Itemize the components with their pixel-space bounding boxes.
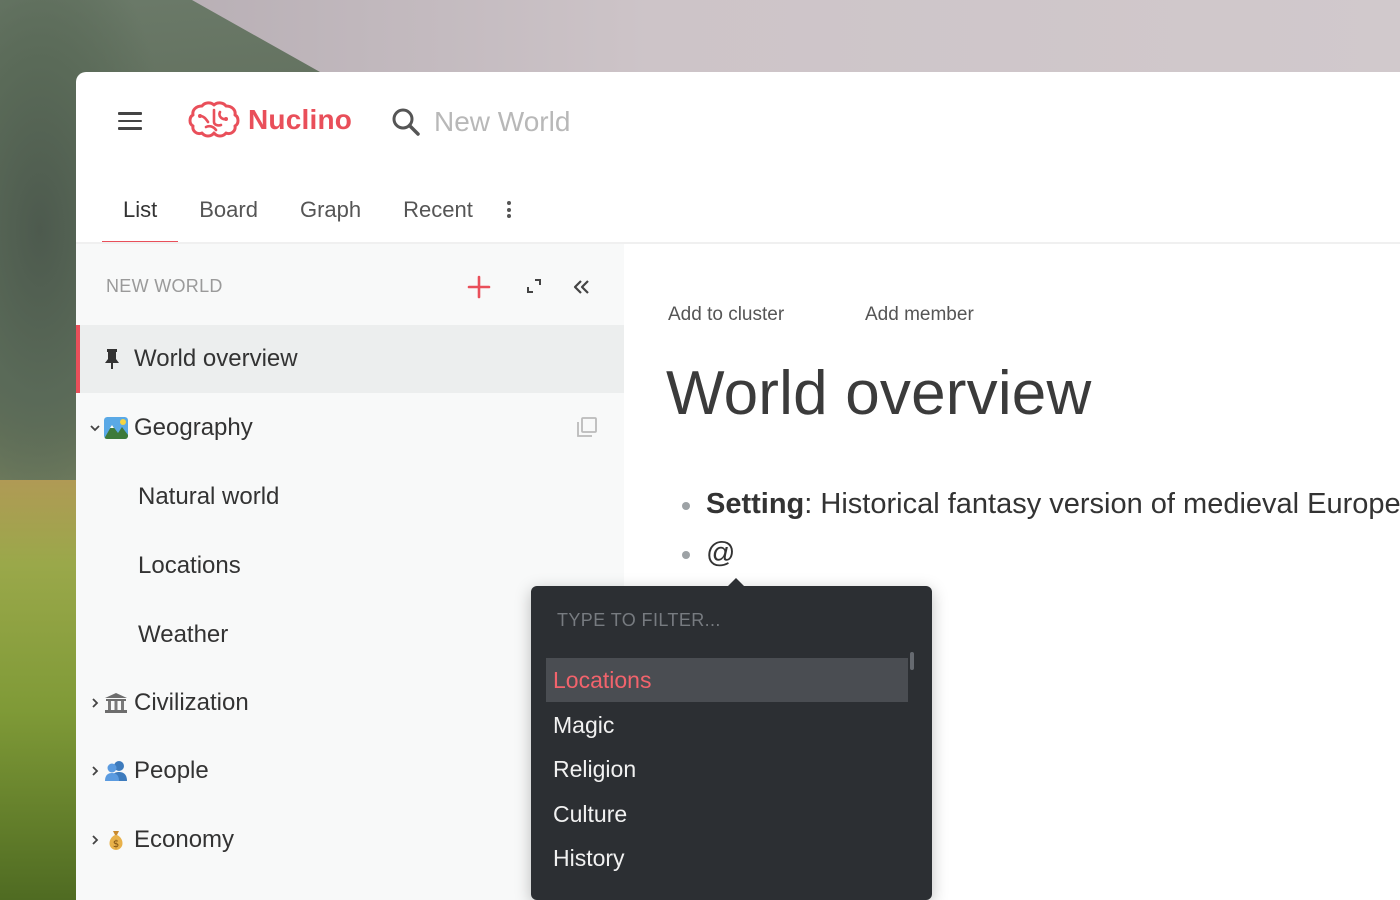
sidebar-item-natural-world[interactable]: Natural world — [76, 463, 624, 531]
sidebar-item-geography[interactable]: Geography — [76, 394, 624, 462]
sidebar-item-label: Geography — [134, 414, 253, 441]
sidebar-item-label: Economy — [134, 826, 235, 853]
add-member-link[interactable]: Add member — [865, 304, 974, 326]
add-to-cluster-link[interactable]: Add to cluster — [668, 304, 784, 326]
search-input[interactable] — [434, 106, 774, 138]
mention-filter-input[interactable] — [557, 610, 897, 631]
chevron-right-icon[interactable] — [88, 833, 102, 847]
sidebar-item-label: Locations — [138, 552, 241, 579]
brain-icon — [188, 101, 240, 138]
chevron-right-icon[interactable] — [88, 764, 102, 778]
bullet-text: : Historical fantasy version of medieval… — [804, 488, 1400, 520]
expand-icon[interactable] — [524, 276, 544, 296]
collapse-sidebar-icon[interactable] — [570, 276, 592, 298]
svg-text:$: $ — [113, 839, 119, 850]
mention-dropdown: Locations Magic Religion Culture History — [531, 578, 932, 900]
document-title[interactable]: World overview — [666, 358, 1091, 429]
tab-recent[interactable]: Recent — [382, 182, 494, 244]
mention-option[interactable]: History — [546, 836, 908, 880]
chevron-down-icon[interactable] — [88, 421, 102, 435]
bullet-text: @ — [706, 537, 736, 569]
logo[interactable]: Nuclino — [188, 100, 352, 140]
bullet-mention[interactable]: @ — [706, 537, 735, 570]
bullet-dot — [682, 502, 690, 510]
bullet-dot — [682, 551, 690, 559]
mention-option[interactable]: Culture — [546, 792, 908, 836]
search-icon[interactable] — [390, 106, 422, 138]
sidebar-item-world-overview[interactable]: World overview — [76, 325, 624, 393]
view-tabs: List Board Graph Recent — [102, 182, 524, 244]
mention-option[interactable]: Religion — [546, 747, 908, 791]
logo-text: Nuclino — [248, 104, 353, 135]
pin-icon — [105, 349, 119, 369]
money-bag-emoji-icon: $ — [109, 831, 123, 850]
sidebar-item-label: Weather — [138, 621, 229, 648]
copy-icon[interactable] — [576, 416, 598, 438]
hamburger-menu-icon[interactable] — [118, 112, 142, 130]
header: Nuclino — [76, 72, 1400, 172]
sidebar-item-label: World overview — [134, 345, 298, 372]
mention-option[interactable]: Locations — [546, 658, 908, 702]
chevron-right-icon[interactable] — [88, 696, 102, 710]
more-options-icon[interactable] — [494, 182, 524, 244]
tab-graph[interactable]: Graph — [279, 182, 382, 244]
classical-building-emoji-icon — [105, 693, 127, 713]
workspace-title: NEW WORLD — [106, 276, 223, 296]
background-mist — [150, 0, 1400, 80]
add-item-icon[interactable] — [466, 274, 492, 300]
mention-option[interactable]: Magic — [546, 703, 908, 747]
landscape-emoji-icon — [104, 417, 128, 439]
tab-board[interactable]: Board — [178, 182, 279, 244]
bullet-bold-label: Setting — [706, 488, 805, 520]
sidebar-item-label: Civilization — [134, 689, 249, 716]
tab-list[interactable]: List — [102, 182, 179, 244]
search-bar — [390, 102, 790, 142]
bullet-setting[interactable]: Setting: Historical fantasy version of m… — [706, 488, 1400, 521]
sidebar-item-label: Natural world — [138, 483, 280, 510]
mention-scrollbar[interactable] — [910, 652, 914, 670]
people-emoji-icon — [105, 761, 127, 781]
sidebar-item-label: People — [134, 757, 209, 784]
